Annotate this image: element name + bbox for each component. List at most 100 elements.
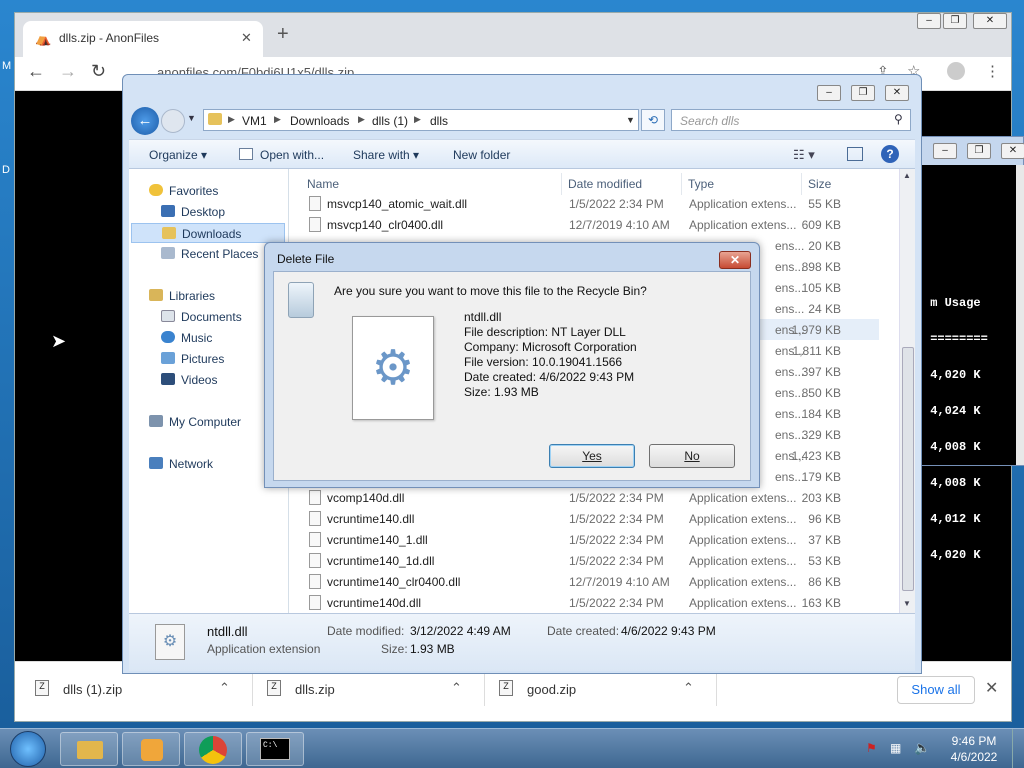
open-with-button[interactable]: Open with... bbox=[260, 148, 324, 162]
file-size: 1,423 KB bbox=[791, 449, 841, 463]
file-type: ens... bbox=[775, 260, 805, 274]
vertical-scrollbar[interactable]: ▲ ▼ bbox=[899, 169, 915, 613]
close-download-bar-icon[interactable]: ✕ bbox=[985, 678, 998, 698]
nav-favorites[interactable]: Favorites bbox=[149, 181, 218, 201]
file-row[interactable]: vcruntime140.dll 1/5/2022 2:34 PM Applicat… bbox=[309, 508, 879, 529]
breadcrumb-item[interactable]: Downloads bbox=[290, 114, 349, 128]
reload-icon[interactable]: ↻ bbox=[91, 61, 106, 82]
download-name: dlls (1).zip bbox=[63, 682, 123, 697]
column-header-type[interactable]: Type bbox=[688, 177, 714, 191]
share-with-button[interactable]: Share with ▾ bbox=[353, 148, 419, 162]
file-row[interactable]: vcruntime140_clr0400.dll 12/7/2019 4:10 A… bbox=[309, 571, 879, 592]
nav-network[interactable]: Network bbox=[149, 454, 213, 474]
column-divider bbox=[801, 173, 802, 195]
taskbar-command-prompt[interactable]: C:\ bbox=[246, 732, 304, 766]
maximize-button[interactable]: ❐ bbox=[967, 143, 991, 159]
show-desktop-button[interactable] bbox=[1012, 729, 1024, 768]
nav-label: Downloads bbox=[182, 227, 242, 241]
new-folder-button[interactable]: New folder bbox=[453, 148, 510, 162]
file-size: 96 KB bbox=[808, 512, 841, 526]
taskbar-media-player[interactable] bbox=[122, 732, 180, 766]
column-header-name[interactable]: Name bbox=[307, 177, 339, 191]
address-dropdown-icon[interactable]: ▼ bbox=[626, 115, 635, 125]
profile-avatar-icon[interactable] bbox=[947, 62, 965, 80]
file-row[interactable]: vcomp140d.dll 1/5/2022 2:34 PM Application… bbox=[309, 487, 879, 508]
close-window-button[interactable]: ✕ bbox=[1001, 143, 1024, 159]
close-window-button[interactable]: ✕ bbox=[973, 13, 1007, 29]
file-type: Application extens... bbox=[689, 596, 797, 610]
action-center-icon[interactable]: ⚑ bbox=[866, 741, 877, 755]
menu-dots-icon[interactable]: ⋮ bbox=[985, 62, 1000, 80]
maximize-button[interactable]: ❐ bbox=[851, 85, 875, 101]
back-button[interactable]: ← bbox=[131, 107, 159, 135]
minimize-button[interactable]: – bbox=[933, 143, 957, 159]
dll-file-icon bbox=[309, 490, 321, 505]
column-header-date[interactable]: Date modified bbox=[568, 177, 642, 191]
videos-icon bbox=[161, 373, 175, 385]
start-button[interactable] bbox=[10, 731, 46, 767]
nav-videos[interactable]: Videos bbox=[161, 370, 217, 390]
dialog-date-created: Date created: 4/6/2022 9:43 PM bbox=[464, 370, 635, 384]
dialog-close-button[interactable]: ✕ bbox=[719, 251, 751, 269]
clock-time[interactable]: 9:46 PM bbox=[944, 734, 1004, 748]
column-header-size[interactable]: Size bbox=[808, 177, 831, 191]
browser-tab[interactable]: ⛺ dlls.zip - AnonFiles ✕ bbox=[23, 21, 263, 57]
maximize-button[interactable]: ❐ bbox=[943, 13, 967, 29]
close-window-button[interactable]: ✕ bbox=[885, 85, 909, 101]
show-all-button[interactable]: Show all bbox=[897, 676, 975, 704]
download-item[interactable]: Z good.zip ⌃ bbox=[487, 674, 717, 706]
nav-label: Desktop bbox=[181, 205, 226, 219]
file-row[interactable]: vcruntime140d.dll 1/5/2022 2:34 PM Applica… bbox=[309, 592, 879, 613]
nav-music[interactable]: Music bbox=[161, 328, 212, 348]
forward-arrow-icon[interactable]: → bbox=[59, 61, 77, 82]
file-size: 86 KB bbox=[808, 575, 841, 589]
file-name: vcruntime140_clr0400.dll bbox=[327, 575, 461, 589]
network-tray-icon[interactable]: ▦ bbox=[890, 741, 901, 755]
file-row[interactable]: msvcp140_atomic_wait.dll 1/5/2022 2:34 PM… bbox=[309, 193, 879, 214]
search-input[interactable]: Search dlls ⚲ bbox=[671, 109, 911, 131]
chevron-up-icon[interactable]: ⌃ bbox=[451, 680, 462, 696]
taskbar-explorer[interactable] bbox=[60, 732, 118, 766]
minimize-button[interactable]: – bbox=[817, 85, 841, 101]
scroll-down-icon[interactable]: ▼ bbox=[903, 599, 911, 608]
refresh-icon[interactable]: ⟲ bbox=[641, 109, 665, 131]
scroll-up-icon[interactable]: ▲ bbox=[903, 171, 911, 180]
nav-my-computer[interactable]: My Computer bbox=[149, 412, 241, 432]
address-bar[interactable]: ▶ VM1 ▶ Downloads ▶ dlls (1) ▶ dlls ▼ bbox=[203, 109, 639, 131]
nav-libraries[interactable]: Libraries bbox=[149, 286, 215, 306]
file-row[interactable]: vcruntime140_1d.dll 1/5/2022 2:34 PM Appli… bbox=[309, 550, 879, 571]
yes-button[interactable]: Yes bbox=[549, 444, 635, 468]
console-scrollbar[interactable] bbox=[1016, 165, 1024, 465]
recent-pages-chevron-icon[interactable]: ▼ bbox=[187, 113, 196, 123]
volume-icon[interactable]: 🔈 bbox=[914, 740, 930, 756]
file-type: ens... bbox=[775, 302, 805, 316]
organize-button[interactable]: Organize ▾ bbox=[149, 148, 207, 162]
new-tab-button[interactable]: + bbox=[277, 23, 289, 46]
preview-pane-icon[interactable] bbox=[847, 147, 863, 161]
nav-recent-places[interactable]: Recent Places bbox=[161, 244, 258, 264]
forward-button[interactable] bbox=[161, 109, 185, 133]
nav-downloads[interactable]: Downloads bbox=[131, 223, 285, 243]
view-options-icon[interactable]: ☷ ▾ bbox=[793, 147, 815, 163]
clock-date[interactable]: 4/6/2022 bbox=[944, 750, 1004, 764]
chevron-up-icon[interactable]: ⌃ bbox=[683, 680, 694, 696]
breadcrumb-item[interactable]: VM1 bbox=[242, 114, 267, 128]
minimize-button[interactable]: – bbox=[917, 13, 941, 29]
search-icon[interactable]: ⚲ bbox=[894, 112, 903, 126]
close-tab-icon[interactable]: ✕ bbox=[241, 30, 252, 46]
nav-desktop[interactable]: Desktop bbox=[161, 202, 225, 222]
download-item[interactable]: Z dlls (1).zip ⌃ bbox=[23, 674, 253, 706]
file-row[interactable]: msvcp140_clr0400.dll 12/7/2019 4:10 AM App… bbox=[309, 214, 879, 235]
scrollbar-thumb[interactable] bbox=[902, 347, 914, 591]
back-arrow-icon[interactable]: ← bbox=[27, 61, 45, 82]
nav-pictures[interactable]: Pictures bbox=[161, 349, 224, 369]
taskbar-chrome[interactable] bbox=[184, 732, 242, 766]
chevron-up-icon[interactable]: ⌃ bbox=[219, 680, 230, 696]
help-icon[interactable]: ? bbox=[881, 145, 899, 163]
no-button[interactable]: No bbox=[649, 444, 735, 468]
breadcrumb-item[interactable]: dlls (1) bbox=[372, 114, 408, 128]
nav-documents[interactable]: Documents bbox=[161, 307, 242, 327]
file-row[interactable]: vcruntime140_1.dll 1/5/2022 2:34 PM Applic… bbox=[309, 529, 879, 550]
breadcrumb-item[interactable]: dlls bbox=[430, 114, 448, 128]
download-item[interactable]: Z dlls.zip ⌃ bbox=[255, 674, 485, 706]
